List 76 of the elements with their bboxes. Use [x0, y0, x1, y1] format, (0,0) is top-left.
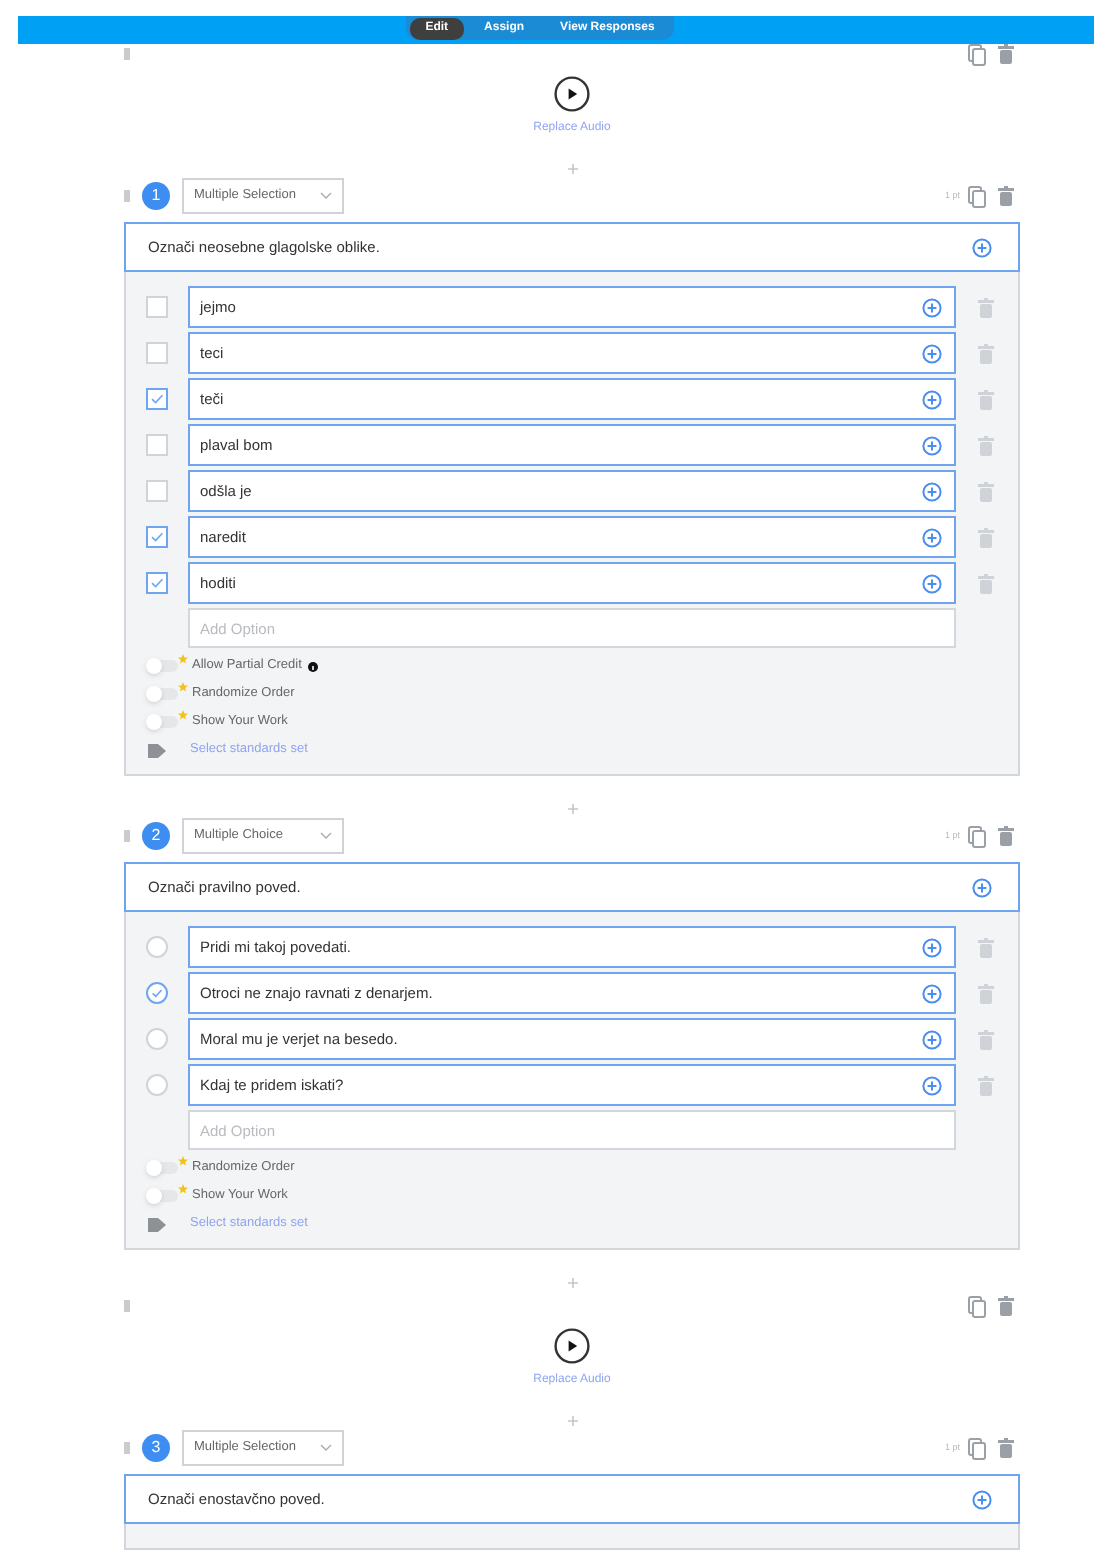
checkbox[interactable] — [146, 526, 168, 548]
star-icon — [178, 654, 188, 664]
add-circle-icon[interactable] — [922, 983, 942, 1003]
copy-icon[interactable] — [968, 43, 986, 65]
checkbox[interactable] — [146, 572, 168, 594]
add-icon[interactable] — [567, 803, 577, 813]
add-icon[interactable] — [567, 1277, 577, 1287]
drag-handle-icon[interactable] — [124, 190, 130, 202]
checkbox[interactable] — [146, 480, 168, 502]
drag-handle-icon[interactable] — [124, 1300, 130, 1312]
add-circle-icon[interactable] — [922, 389, 942, 409]
radio-button[interactable] — [146, 982, 168, 1004]
trash-icon[interactable] — [978, 343, 994, 363]
radio-button[interactable] — [146, 1028, 168, 1050]
trash-icon[interactable] — [978, 527, 994, 547]
trash-icon[interactable] — [978, 481, 994, 501]
star-icon — [178, 710, 188, 720]
trash-icon[interactable] — [998, 1296, 1014, 1316]
add-circle-icon[interactable] — [922, 573, 942, 593]
trash-icon[interactable] — [998, 1438, 1014, 1458]
chevron-down-icon — [320, 832, 332, 840]
trash-icon[interactable] — [978, 297, 994, 317]
trash-icon[interactable] — [978, 573, 994, 593]
question-number-badge: 1 — [142, 182, 170, 210]
play-button-icon[interactable] — [554, 76, 590, 112]
trash-icon[interactable] — [978, 389, 994, 409]
radio-button[interactable] — [146, 1074, 168, 1096]
drag-handle-icon[interactable] — [124, 48, 130, 60]
copy-icon[interactable] — [968, 1437, 986, 1459]
trash-icon[interactable] — [978, 435, 994, 455]
trash-icon[interactable] — [978, 983, 994, 1003]
add-circle-icon[interactable] — [972, 877, 992, 897]
trash-icon[interactable] — [998, 44, 1014, 64]
checkbox[interactable] — [146, 296, 168, 318]
add-circle-icon[interactable] — [972, 1489, 992, 1509]
add-circle-icon[interactable] — [922, 481, 942, 501]
question-number-badge: 3 — [142, 1434, 170, 1462]
checkbox[interactable] — [146, 388, 168, 410]
chevron-down-icon — [320, 192, 332, 200]
star-icon — [178, 1156, 188, 1166]
info-icon[interactable] — [307, 661, 318, 671]
trash-icon[interactable] — [978, 937, 994, 957]
question-number-badge: 2 — [142, 822, 170, 850]
trash-icon[interactable] — [978, 1075, 994, 1095]
tag-icon — [148, 743, 166, 757]
trash-icon[interactable] — [978, 1029, 994, 1049]
add-circle-icon[interactable] — [922, 1075, 942, 1095]
toggle-switch[interactable] — [146, 1162, 178, 1174]
add-circle-icon[interactable] — [922, 297, 942, 317]
star-icon — [178, 1184, 188, 1194]
toggle-switch[interactable] — [146, 716, 178, 728]
copy-icon[interactable] — [968, 185, 986, 207]
checkbox[interactable] — [146, 434, 168, 456]
add-circle-icon[interactable] — [972, 237, 992, 257]
add-circle-icon[interactable] — [922, 937, 942, 957]
add-icon[interactable] — [567, 1415, 577, 1425]
copy-icon[interactable] — [968, 825, 986, 847]
checkbox[interactable] — [146, 342, 168, 364]
add-circle-icon[interactable] — [922, 527, 942, 547]
tag-icon — [148, 1217, 166, 1231]
copy-icon[interactable] — [968, 1295, 986, 1317]
toggle-switch[interactable] — [146, 660, 178, 672]
add-circle-icon[interactable] — [922, 435, 942, 455]
play-button-icon[interactable] — [554, 1328, 590, 1364]
add-circle-icon[interactable] — [922, 343, 942, 363]
drag-handle-icon[interactable] — [124, 830, 130, 842]
trash-icon[interactable] — [998, 826, 1014, 846]
drag-handle-icon[interactable] — [124, 1442, 130, 1454]
add-circle-icon[interactable] — [922, 1029, 942, 1049]
star-icon — [178, 682, 188, 692]
radio-button[interactable] — [146, 936, 168, 958]
trash-icon[interactable] — [998, 186, 1014, 206]
toggle-switch[interactable] — [146, 688, 178, 700]
chevron-down-icon — [320, 1444, 332, 1452]
toggle-switch[interactable] — [146, 1190, 178, 1202]
add-icon[interactable] — [567, 163, 577, 173]
